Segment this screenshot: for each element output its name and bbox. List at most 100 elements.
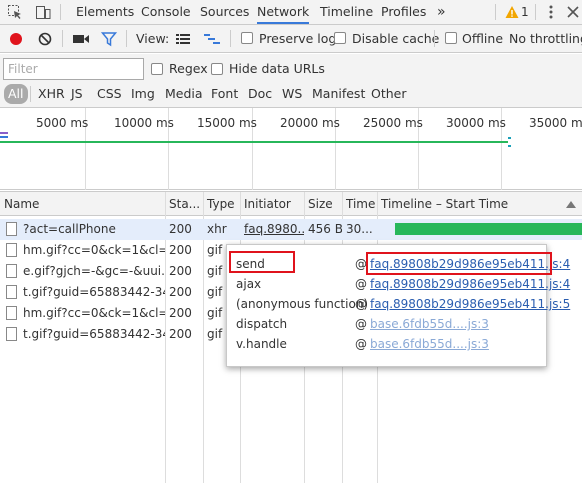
- throttling-select[interactable]: No throttling: [509, 25, 582, 52]
- highlight-box-link: [366, 252, 552, 275]
- stack-function-name: ajax: [236, 277, 262, 291]
- type-filter-xhr[interactable]: XHR: [34, 84, 69, 104]
- tabbar-divider: [495, 4, 496, 20]
- more-tabs-icon[interactable]: »: [437, 0, 446, 24]
- hide-data-urls-label: Hide data URLs: [229, 61, 325, 76]
- type-filter-media[interactable]: Media: [161, 84, 207, 104]
- row-status: 200: [169, 327, 192, 341]
- table-row[interactable]: ?act=callPhone 200 xhr faq.8980... 456 B…: [0, 219, 582, 240]
- row-status: 200: [169, 285, 192, 299]
- stack-frame: ajax @ faq.89808b29d986e95eb411.js:4: [227, 274, 570, 294]
- toolbar-divider: [126, 30, 127, 47]
- row-status: 200: [169, 264, 192, 278]
- tab-network[interactable]: Network: [257, 0, 310, 24]
- sort-arrow-icon[interactable]: [566, 201, 576, 208]
- tab-sources[interactable]: Sources: [200, 0, 249, 24]
- overview-tick-label: 5000 ms: [36, 116, 89, 130]
- column-time[interactable]: Time: [342, 192, 377, 216]
- stack-function-name: v.handle: [236, 337, 287, 351]
- tabbar-divider: [60, 4, 61, 20]
- offline-checkbox[interactable]: [445, 32, 457, 44]
- overview-tick-label: 25000 ms: [363, 116, 423, 130]
- column-timeline[interactable]: Timeline – Start Time: [377, 192, 562, 216]
- preserve-log-checkbox[interactable]: [241, 32, 253, 44]
- stack-source-link[interactable]: base.6fdb55d....js:3: [370, 334, 489, 354]
- stack-source-link[interactable]: base.6fdb55d....js:3: [370, 314, 489, 334]
- overview-tick-label: 20000 ms: [280, 116, 340, 130]
- kebab-menu-icon[interactable]: [543, 4, 559, 20]
- type-filter-all[interactable]: All: [4, 84, 28, 104]
- column-status[interactable]: Sta...: [165, 192, 203, 216]
- type-filter-manifest[interactable]: Manifest: [308, 84, 369, 104]
- overview-bar-blue: [0, 136, 8, 138]
- toolbar-divider: [62, 30, 63, 47]
- overview-marker: [508, 145, 511, 147]
- view-label: View:: [136, 31, 170, 46]
- column-name[interactable]: Name: [0, 192, 165, 216]
- overview-tick-label: 30000 ms: [446, 116, 506, 130]
- tab-console[interactable]: Console: [141, 0, 191, 24]
- file-icon: [6, 222, 17, 236]
- column-size[interactable]: Size: [304, 192, 342, 216]
- tabbar-divider: [535, 4, 536, 20]
- row-name: t.gif?guid=65883442-34...: [23, 327, 165, 341]
- stack-source-link[interactable]: faq.89808b29d986e95eb411.js:4: [370, 274, 570, 294]
- stack-at-symbol: @: [355, 297, 367, 311]
- video-camera-icon[interactable]: [72, 32, 90, 46]
- toolbar-divider: [434, 30, 435, 47]
- stack-function-name: dispatch: [236, 317, 288, 331]
- warning-count: 1: [521, 5, 529, 19]
- row-status: 200: [169, 243, 192, 257]
- hide-data-urls-checkbox[interactable]: [211, 63, 223, 75]
- offline-label: Offline: [462, 31, 504, 46]
- tab-profiles[interactable]: Profiles: [381, 0, 426, 24]
- list-view-icon[interactable]: [176, 33, 190, 45]
- row-status: 200: [169, 306, 192, 320]
- type-filter-doc[interactable]: Doc: [244, 84, 276, 104]
- device-mode-icon[interactable]: [35, 4, 51, 20]
- overview-tick-label: 15000 ms: [197, 116, 257, 130]
- highlight-box-send: [229, 251, 295, 273]
- file-icon: [6, 243, 17, 257]
- filter-bar: Regex Hide data URLs All XHR JS CSS Img …: [0, 54, 582, 108]
- type-filter-ws[interactable]: WS: [278, 84, 306, 104]
- tab-timeline[interactable]: Timeline: [320, 0, 373, 24]
- clear-icon[interactable]: [37, 31, 53, 47]
- type-filter-img[interactable]: Img: [127, 84, 159, 104]
- devtools-tabbar: Elements Console Sources Network Timelin…: [0, 0, 582, 25]
- row-name: ?act=callPhone: [23, 222, 116, 236]
- record-icon[interactable]: [8, 31, 24, 47]
- overview-bar-purple: [0, 132, 8, 134]
- disable-cache-label: Disable cache: [352, 31, 440, 46]
- stack-frame: dispatch @ base.6fdb55d....js:3: [227, 314, 546, 334]
- type-filter-css[interactable]: CSS: [93, 84, 126, 104]
- type-filter-other[interactable]: Other: [367, 84, 411, 104]
- toolbar-divider: [230, 30, 231, 47]
- regex-checkbox[interactable]: [151, 63, 163, 75]
- waterfall-bar: [395, 223, 582, 235]
- inspect-element-icon[interactable]: [7, 4, 23, 20]
- stack-at-symbol: @: [355, 317, 367, 331]
- row-name: hm.gif?cc=0&ck=1&cl=...: [23, 306, 165, 320]
- type-filter-font[interactable]: Font: [207, 84, 242, 104]
- stack-frame: (anonymous function) @ faq.89808b29d986e…: [227, 294, 570, 314]
- filter-icon[interactable]: [101, 31, 117, 47]
- row-size: 456 B: [308, 222, 342, 236]
- filter-input[interactable]: [3, 58, 144, 80]
- column-initiator[interactable]: Initiator: [240, 192, 304, 216]
- close-icon[interactable]: [565, 4, 581, 20]
- network-overview[interactable]: 5000 ms 10000 ms 15000 ms 20000 ms 25000…: [0, 108, 582, 190]
- file-icon: [6, 306, 17, 320]
- disable-cache-checkbox[interactable]: [334, 32, 346, 44]
- overview-tick-label: 35000 ms: [529, 116, 582, 130]
- column-type[interactable]: Type: [203, 192, 240, 216]
- waterfall-view-icon[interactable]: [204, 33, 220, 45]
- overview-tick-label: 10000 ms: [114, 116, 174, 130]
- stack-source-link[interactable]: faq.89808b29d986e95eb411.js:5: [370, 294, 570, 314]
- row-initiator-link[interactable]: faq.8980...: [240, 219, 304, 240]
- tab-elements[interactable]: Elements: [76, 0, 134, 24]
- stack-at-symbol: @: [355, 277, 367, 291]
- warning-icon[interactable]: [505, 5, 519, 19]
- type-filter-js[interactable]: JS: [67, 84, 87, 104]
- preserve-log-label: Preserve log: [259, 31, 337, 46]
